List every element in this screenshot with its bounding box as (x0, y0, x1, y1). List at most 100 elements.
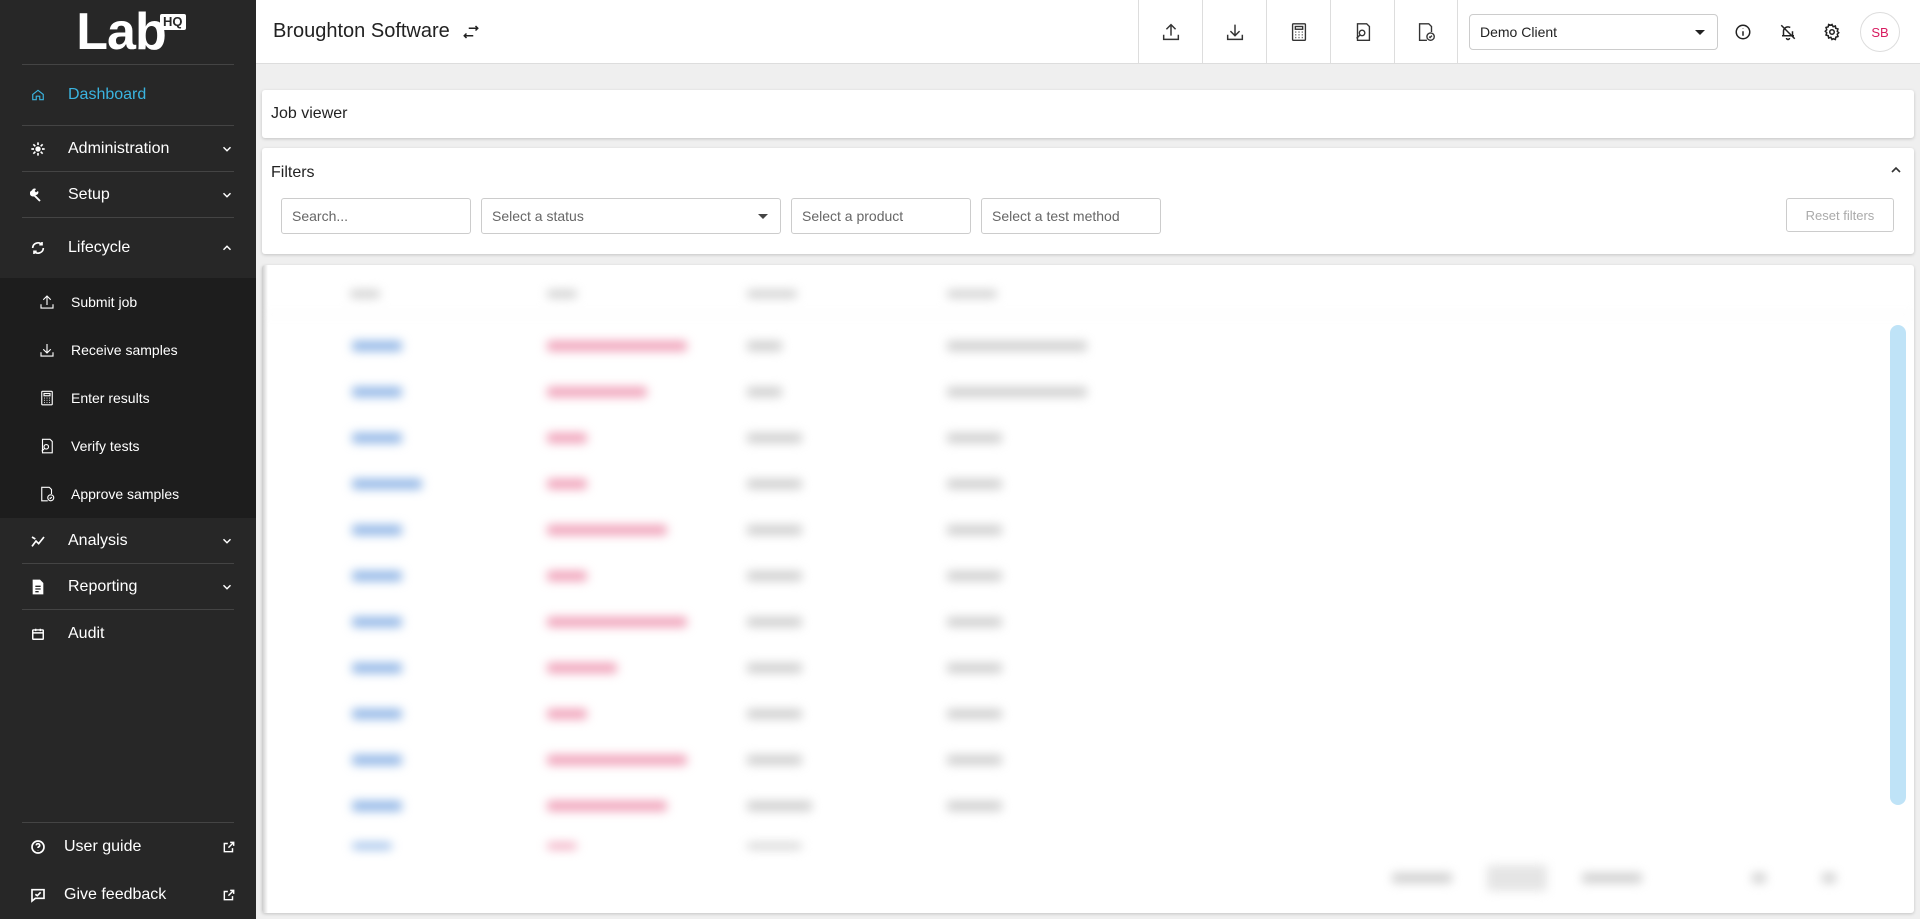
cycle-icon (28, 238, 48, 258)
nav-reporting-label: Reporting (68, 577, 138, 595)
table-row[interactable] (262, 785, 1914, 831)
dropdown-arrow-icon (1695, 30, 1705, 35)
chevron-up-icon (222, 245, 232, 251)
test-method-select[interactable]: Select a test method (981, 198, 1161, 234)
help-circle-icon (28, 837, 48, 857)
enter-results-button[interactable] (1266, 0, 1330, 64)
sidebar-footer: User guide Give feedback (0, 822, 256, 919)
nav-submit-job-label: Submit job (71, 294, 138, 310)
nav-give-feedback[interactable]: Give feedback (0, 871, 256, 919)
organisation-title: Broughton Software (273, 20, 450, 42)
document-search-icon (1355, 23, 1370, 41)
document-check-icon (1418, 23, 1435, 41)
search-placeholder: Search... (292, 208, 349, 224)
report-icon (28, 577, 48, 597)
logo-text: Lab (76, 3, 166, 61)
nav-receive-samples[interactable]: Receive samples (0, 326, 256, 374)
calendar-icon (28, 624, 48, 644)
nav-receive-samples-label: Receive samples (71, 342, 178, 358)
client-select-value: Demo Client (1480, 24, 1558, 40)
gears-icon (28, 139, 48, 159)
table-row[interactable] (262, 555, 1914, 601)
upload-icon (1162, 23, 1179, 41)
nav-lifecycle-label: Lifecycle (68, 239, 131, 256)
product-select[interactable]: Select a product (791, 198, 971, 234)
nav-submit-job[interactable]: Submit job (0, 278, 256, 326)
table-row[interactable] (262, 739, 1914, 785)
approve-samples-button[interactable] (1394, 0, 1458, 64)
receive-samples-button[interactable] (1202, 0, 1266, 64)
table-row[interactable] (262, 371, 1914, 417)
feedback-icon (28, 885, 48, 905)
table-row[interactable] (262, 601, 1914, 647)
calculator-icon (1291, 23, 1306, 41)
nav-user-guide-label: User guide (64, 838, 142, 855)
logo-badge: HQ (160, 14, 186, 30)
nav-setup-label: Setup (68, 185, 110, 203)
chevron-down-icon (222, 538, 232, 544)
calculator-icon (37, 388, 57, 408)
chevron-down-icon (222, 146, 232, 152)
table-row[interactable] (262, 509, 1914, 555)
nav-analysis-label: Analysis (68, 531, 128, 549)
status-placeholder: Select a status (492, 208, 584, 224)
nav-dashboard[interactable]: Dashboard (0, 65, 256, 125)
upload-icon (37, 292, 57, 312)
nav-verify-tests-label: Verify tests (71, 438, 140, 454)
chart-line-icon (28, 531, 48, 551)
reset-filters-button[interactable]: Reset filters (1786, 198, 1894, 232)
table-row[interactable] (262, 417, 1914, 463)
document-search-icon (37, 436, 57, 456)
nav-audit[interactable]: Audit (0, 610, 256, 658)
chevron-down-icon (222, 584, 232, 590)
table-scrollbar[interactable] (1890, 325, 1906, 805)
nav-analysis[interactable]: Analysis (0, 518, 256, 563)
job-viewer-header: Job viewer (262, 90, 1914, 138)
nav-verify-tests[interactable]: Verify tests (0, 422, 256, 470)
document-check-icon (37, 484, 57, 504)
quick-actions (1138, 0, 1458, 64)
table-row[interactable] (262, 693, 1914, 739)
client-select[interactable]: Demo Client (1469, 14, 1718, 50)
verify-tests-button[interactable] (1330, 0, 1394, 64)
submit-job-button[interactable] (1138, 0, 1202, 64)
table-header (262, 275, 1914, 315)
job-table (262, 265, 1914, 913)
table-row[interactable] (262, 463, 1914, 509)
nav-approve-samples[interactable]: Approve samples (0, 470, 256, 518)
search-input[interactable]: Search... (281, 198, 471, 234)
notifications-off-icon[interactable] (1776, 20, 1800, 44)
nav-give-feedback-label: Give feedback (64, 886, 167, 903)
dropdown-arrow-icon (758, 214, 768, 219)
nav-administration[interactable]: Administration (0, 126, 256, 171)
nav-enter-results[interactable]: Enter results (0, 374, 256, 422)
status-select[interactable]: Select a status (481, 198, 781, 234)
download-icon (37, 340, 57, 360)
table-row[interactable] (262, 325, 1914, 371)
product-placeholder: Select a product (802, 208, 904, 224)
swap-icon[interactable] (462, 22, 482, 42)
download-icon (1226, 24, 1243, 41)
nav-setup[interactable]: Setup (0, 172, 256, 217)
info-icon[interactable] (1731, 20, 1755, 44)
settings-icon[interactable] (1820, 20, 1844, 44)
nav-user-guide[interactable]: User guide (0, 823, 256, 871)
app-logo[interactable]: Lab HQ (0, 0, 256, 64)
chevron-down-icon (222, 192, 232, 198)
external-link-icon (223, 889, 235, 901)
chevron-up-icon[interactable] (1888, 162, 1904, 178)
external-link-icon (223, 841, 235, 853)
table-row[interactable] (262, 647, 1914, 693)
nav-approve-samples-label: Approve samples (71, 486, 180, 502)
nav-enter-results-label: Enter results (71, 390, 150, 406)
page-title: Job viewer (271, 105, 348, 122)
nav-lifecycle[interactable]: Lifecycle (0, 218, 256, 278)
wrench-icon (28, 185, 48, 205)
sidebar: Lab HQ Dashboard Administration Setup Li… (0, 0, 256, 919)
nav-audit-label: Audit (68, 625, 105, 642)
nav-administration-label: Administration (68, 139, 170, 157)
user-avatar[interactable]: SB (1860, 12, 1900, 52)
nav-dashboard-label: Dashboard (68, 86, 147, 103)
table-row[interactable] (262, 831, 1914, 877)
nav-reporting[interactable]: Reporting (0, 564, 256, 609)
